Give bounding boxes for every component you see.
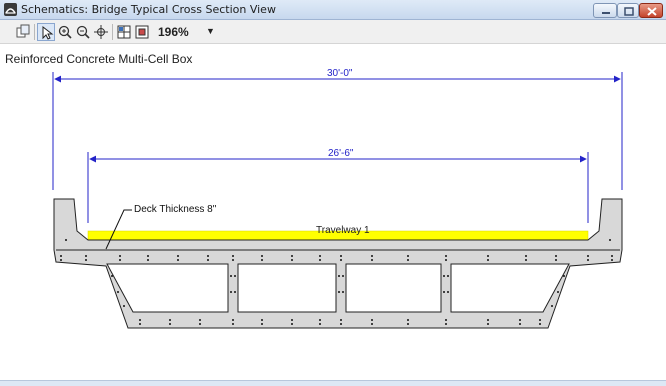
window-title-bar[interactable]: Schematics: Bridge Typical Cross Section… bbox=[0, 0, 666, 20]
toolbar-separator bbox=[112, 24, 113, 40]
minimize-button[interactable] bbox=[593, 3, 617, 18]
maximize-button[interactable] bbox=[617, 3, 639, 18]
zoom-window-icon bbox=[135, 25, 149, 39]
toolbar: 196% ▼ bbox=[0, 20, 666, 44]
zoom-extents-button[interactable] bbox=[115, 23, 133, 41]
pan-icon bbox=[94, 25, 108, 39]
copy-button[interactable] bbox=[14, 23, 32, 41]
minimize-icon bbox=[602, 12, 610, 14]
maximize-icon bbox=[624, 7, 634, 16]
zoom-in-icon bbox=[58, 25, 72, 39]
select-pointer-icon bbox=[42, 25, 54, 40]
select-pointer-button[interactable] bbox=[37, 23, 55, 41]
zoom-out-button[interactable] bbox=[74, 23, 92, 41]
zoom-in-button[interactable] bbox=[56, 23, 74, 41]
close-button[interactable] bbox=[639, 3, 663, 18]
pan-button[interactable] bbox=[92, 23, 110, 41]
chevron-down-icon: ▼ bbox=[206, 26, 215, 36]
drawing-heading: Reinforced Concrete Multi-Cell Box bbox=[5, 52, 193, 66]
toolbar-separator bbox=[34, 24, 35, 40]
zoom-out-icon bbox=[76, 25, 90, 39]
overall-width-label: 30'-0" bbox=[327, 68, 353, 79]
zoom-extents-icon bbox=[117, 25, 131, 39]
bridge-app-icon bbox=[4, 3, 17, 16]
zoom-value: 196% bbox=[158, 25, 189, 39]
zoom-select[interactable]: 196% ▼ bbox=[154, 24, 220, 40]
zoom-window-button[interactable] bbox=[133, 23, 151, 41]
deck-thickness-label: Deck Thickness 8" bbox=[134, 204, 217, 215]
copy-icon bbox=[16, 24, 30, 38]
clear-width-label: 26'-6" bbox=[328, 148, 354, 159]
travelway-label: Travelway 1 bbox=[316, 225, 370, 236]
drawing-canvas[interactable] bbox=[0, 44, 666, 380]
window-title: Schematics: Bridge Typical Cross Section… bbox=[21, 3, 276, 16]
status-bar bbox=[0, 380, 666, 386]
close-icon bbox=[647, 7, 657, 16]
